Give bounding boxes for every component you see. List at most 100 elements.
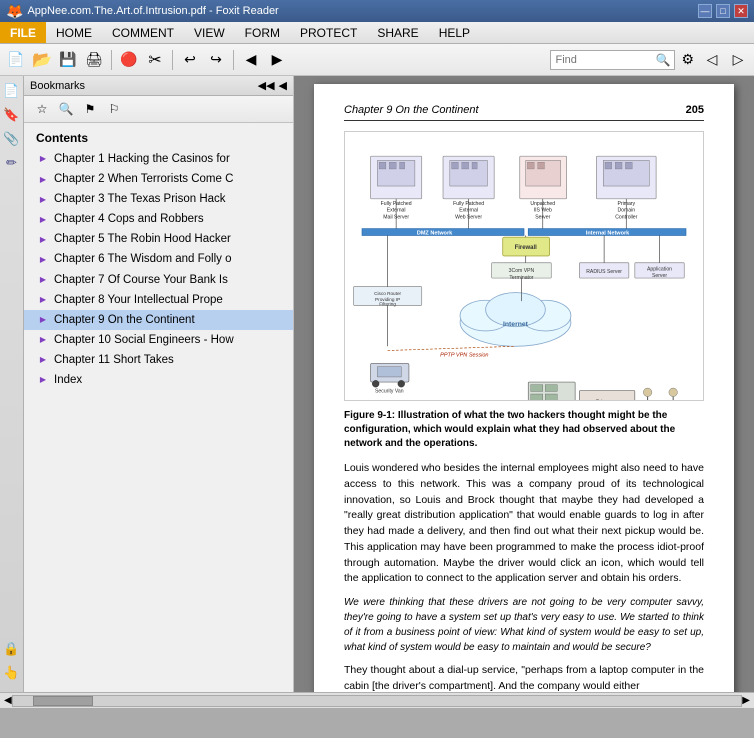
save-button[interactable]: 💾 (56, 48, 80, 72)
stamp-button[interactable]: 🔴 (117, 48, 141, 72)
pdf-page: Chapter 9 On the Continent 205 Fully Pat… (314, 84, 734, 692)
bookmark-item-3[interactable]: ▶ Chapter 4 Cops and Robbers (24, 209, 293, 229)
toolbar-sep-1 (111, 50, 112, 70)
bookmark-arrow-5: ▶ (36, 253, 50, 267)
svg-text:3Com VPN: 3Com VPN (509, 268, 535, 274)
scrollbar-thumb[interactable] (33, 696, 93, 706)
menu-comment[interactable]: COMMENT (102, 22, 184, 43)
undo-button[interactable]: ↩ (178, 48, 202, 72)
prev-page-button[interactable]: ◀ (239, 48, 263, 72)
network-diagram: Fully Patched External Mail Server Fully… (344, 131, 704, 401)
bookmark-label-6: Chapter 7 Of Course Your Bank Is (54, 272, 228, 288)
bookmark-label-4: Chapter 5 The Robin Hood Hacker (54, 231, 231, 247)
titlebar-controls[interactable]: — □ ✕ (698, 4, 748, 18)
scroll-right-button[interactable]: ▶ (742, 695, 750, 706)
bm-refresh-icon[interactable]: ⚐ (104, 99, 124, 119)
chapter-header-text: Chapter 9 On the Continent (344, 104, 479, 116)
redo-button[interactable]: ↪ (204, 48, 228, 72)
close-button[interactable]: ✕ (734, 4, 748, 18)
bm-add-icon[interactable]: ☆ (32, 99, 52, 119)
menu-home[interactable]: HOME (46, 22, 102, 43)
pdf-area[interactable]: Chapter 9 On the Continent 205 Fully Pat… (294, 76, 754, 692)
pdf-paragraph-1: Louis wondered who besides the internal … (344, 461, 704, 587)
bookmark-label-5: Chapter 6 The Wisdom and Folly o (54, 251, 231, 267)
bookmark-label-10: Chapter 11 Short Takes (54, 352, 174, 368)
bookmark-arrow-2: ▶ (36, 192, 50, 206)
menu-view[interactable]: VIEW (184, 22, 235, 43)
menu-file[interactable]: FILE (0, 22, 46, 43)
search-input[interactable] (555, 54, 655, 66)
left-panel-icons: 📄 🔖 📎 ✏ 🔒 👆 (0, 76, 24, 692)
bookmark-arrow-1: ▶ (36, 172, 50, 186)
bookmark-label-11: Index (54, 372, 82, 388)
page-number: 205 (686, 104, 704, 116)
bookmark-arrow-4: ▶ (36, 232, 50, 246)
maximize-button[interactable]: □ (716, 4, 730, 18)
bookmark-item-7[interactable]: ▶ Chapter 8 Your Intellectual Prope (24, 290, 293, 310)
menu-help[interactable]: HELP (429, 22, 480, 43)
sidebar-toolbar: ☆ 🔍 ⚑ ⚐ (24, 96, 293, 123)
bookmark-arrow-10: ▶ (36, 353, 50, 367)
bookmark-arrow-7: ▶ (36, 293, 50, 307)
svg-text:PPTP VPN Session: PPTP VPN Session (440, 353, 488, 359)
titlebar: 🦊 AppNee.com.The.Art.of.Intrusion.pdf - … (0, 0, 754, 22)
svg-text:Server: Server (652, 273, 667, 279)
nav-forward-button[interactable]: ▷ (726, 48, 750, 72)
bm-options-icon[interactable]: ⚑ (80, 99, 100, 119)
panel-attach-icon[interactable]: 📎 (1, 128, 23, 150)
bookmark-label-3: Chapter 4 Cops and Robbers (54, 211, 204, 227)
panel-bookmark-icon[interactable]: 🔖 (1, 104, 23, 126)
sidebar-header-label: Bookmarks (30, 80, 85, 92)
bookmark-item-8[interactable]: ▶ Chapter 9 On the Continent (24, 310, 293, 330)
next-page-button[interactable]: ▶ (265, 48, 289, 72)
sidebar-header: Bookmarks ◀◀ ◀ (24, 76, 293, 96)
bookmark-item-5[interactable]: ▶ Chapter 6 The Wisdom and Folly o (24, 249, 293, 269)
panel-cursor-icon[interactable]: 👆 (1, 662, 23, 684)
bookmark-arrow-0: ▶ (36, 152, 50, 166)
menu-form[interactable]: FORM (235, 22, 290, 43)
bookmark-item-11[interactable]: ▶ Index (24, 370, 293, 390)
bookmark-arrow-6: ▶ (36, 273, 50, 287)
bookmark-label-0: Chapter 1 Hacking the Casinos for (54, 151, 230, 167)
bookmark-item-2[interactable]: ▶ Chapter 3 The Texas Prison Hack (24, 189, 293, 209)
bottom-scrollbar[interactable]: ◀ ▶ (0, 692, 754, 708)
bookmark-item-4[interactable]: ▶ Chapter 5 The Robin Hood Hacker (24, 229, 293, 249)
menubar: FILE HOME COMMENT VIEW FORM PROTECT SHAR… (0, 22, 754, 44)
new-button[interactable]: 📄 (4, 48, 28, 72)
panel-page-icon[interactable]: 📄 (1, 80, 23, 102)
svg-text:Application: Application (647, 266, 672, 272)
minimize-button[interactable]: — (698, 4, 712, 18)
search-box[interactable]: 🔍 (550, 50, 675, 70)
bm-search-icon[interactable]: 🔍 (56, 99, 76, 119)
search-button[interactable]: 🔍 (655, 53, 670, 67)
open-button[interactable]: 📂 (30, 48, 54, 72)
bookmark-item-1[interactable]: ▶ Chapter 2 When Terrorists Come C (24, 169, 293, 189)
menu-share[interactable]: SHARE (367, 22, 428, 43)
svg-text:Security Van: Security Van (375, 388, 404, 394)
panel-annot-icon[interactable]: ✏ (1, 152, 23, 174)
toolbar-btn-5[interactable]: ✂ (143, 48, 167, 72)
bookmark-item-10[interactable]: ▶ Chapter 11 Short Takes (24, 350, 293, 370)
settings-button[interactable]: ⚙ (677, 49, 698, 70)
bookmark-label-2: Chapter 3 The Texas Prison Hack (54, 191, 226, 207)
bookmark-arrow-9: ▶ (36, 333, 50, 347)
sidebar-close-icon[interactable]: ◀ (279, 79, 287, 92)
svg-text:Cisco Router: Cisco Router (374, 291, 401, 296)
horizontal-scrollbar[interactable] (12, 695, 743, 707)
menu-protect[interactable]: PROTECT (290, 22, 367, 43)
bookmark-item-6[interactable]: ▶ Chapter 7 Of Course Your Bank Is (24, 270, 293, 290)
bookmark-label-9: Chapter 10 Social Engineers - How (54, 332, 234, 348)
page-header: Chapter 9 On the Continent 205 (344, 104, 704, 121)
bookmark-list: Contents ▶ Chapter 1 Hacking the Casinos… (24, 123, 293, 692)
pdf-paragraph-2: They thought about a dial-up service, "p… (344, 663, 704, 692)
svg-text:Firewall: Firewall (515, 245, 538, 251)
svg-text:Internet: Internet (503, 321, 529, 328)
bookmark-item-0[interactable]: ▶ Chapter 1 Hacking the Casinos for (24, 149, 293, 169)
print-button[interactable]: 🖨 (82, 48, 106, 72)
bookmark-item-9[interactable]: ▶ Chapter 10 Social Engineers - How (24, 330, 293, 350)
titlebar-title: AppNee.com.The.Art.of.Intrusion.pdf - Fo… (27, 5, 278, 17)
nav-back-button[interactable]: ◁ (700, 48, 724, 72)
sidebar-expand-icon[interactable]: ◀◀ (258, 79, 275, 92)
scroll-left-button[interactable]: ◀ (4, 695, 12, 706)
panel-lock-icon[interactable]: 🔒 (1, 638, 23, 660)
